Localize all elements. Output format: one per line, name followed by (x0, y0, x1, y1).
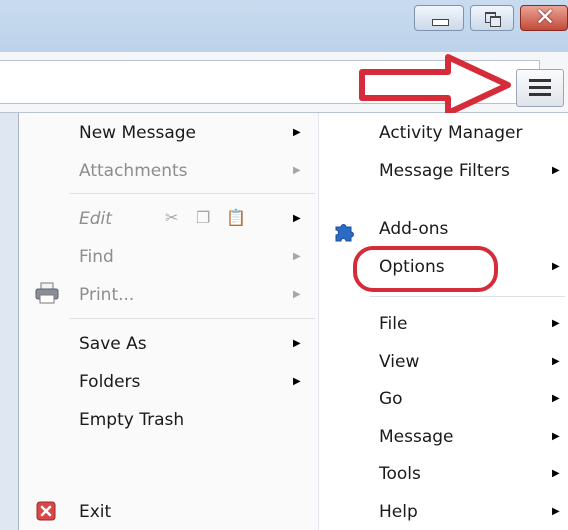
submenu-arrow-icon: ▶ (552, 318, 560, 329)
menu-separator (370, 296, 565, 297)
submenu-arrow-icon: ▶ (552, 356, 560, 367)
menu-item-label: Message Filters (379, 161, 510, 181)
menu-item-label: Empty Trash (79, 410, 185, 430)
submenu-arrow-icon: ▶ (293, 338, 301, 349)
menu-separator (70, 193, 315, 194)
menu-item-find[interactable]: Find (79, 241, 114, 273)
maximize-button[interactable] (470, 5, 514, 31)
paste-icon[interactable]: 📋 (226, 208, 246, 227)
red-circle-annotation (353, 246, 498, 292)
menu-item-go[interactable]: Go (379, 383, 403, 415)
restore-icon-back (490, 16, 501, 27)
menu-item-print[interactable]: Print... (79, 279, 134, 311)
menu-item-label: Edit (79, 209, 112, 229)
hamburger-icon-bar (529, 93, 551, 96)
menu-item-attachments[interactable]: Attachments (79, 155, 188, 187)
menu-item-label: Go (379, 389, 403, 409)
window-side-strip (0, 113, 18, 530)
menu-item-label: Attachments (79, 161, 188, 181)
menu-item-label: File (379, 314, 408, 334)
menu-item-edit[interactable]: Edit (79, 203, 112, 235)
menu-item-save-as[interactable]: Save As (79, 328, 147, 360)
menu-item-add-ons[interactable]: Add-ons (379, 213, 448, 245)
search-input[interactable]: ⌕ (0, 60, 540, 104)
submenu-arrow-icon: ▶ (293, 213, 301, 224)
submenu-arrow-icon: ▶ (552, 506, 560, 517)
close-button[interactable]: ✕ (520, 3, 568, 31)
window-title-bar: ✕ (0, 0, 568, 52)
menu-item-view[interactable]: View (379, 346, 419, 378)
menu-item-tools[interactable]: Tools (379, 458, 421, 490)
submenu-arrow-icon: ▶ (552, 165, 560, 176)
menu-item-label: Tools (379, 464, 421, 484)
menu-item-label: Print... (79, 285, 135, 305)
menu-item-activity-manager[interactable]: Activity Manager (379, 117, 523, 149)
menu-item-label: Add-ons (379, 219, 449, 239)
menu-separator (70, 318, 315, 319)
submenu-arrow-icon: ▶ (293, 251, 301, 262)
menu-item-message[interactable]: Message (379, 421, 454, 453)
submenu-arrow-icon: ▶ (293, 376, 301, 387)
hamburger-icon-bar (529, 86, 551, 89)
menu-item-label: View (379, 352, 420, 372)
menu-item-folders[interactable]: Folders (79, 366, 140, 398)
menu-item-exit[interactable]: Exit (79, 496, 111, 528)
menu-item-label: New Message (79, 123, 196, 143)
puzzle-piece-icon (335, 224, 354, 242)
menu-item-label: Find (79, 247, 114, 267)
minimize-button[interactable] (414, 5, 464, 31)
menu-item-label: Message (379, 427, 454, 447)
search-icon: ⌕ (478, 73, 489, 94)
submenu-arrow-icon: ▶ (293, 289, 301, 300)
exit-icon (36, 501, 56, 521)
copy-icon[interactable]: ❐ (196, 208, 210, 227)
cut-icon[interactable]: ✂ (165, 208, 178, 227)
submenu-arrow-icon: ▶ (552, 468, 560, 479)
menu-item-label: Help (379, 502, 418, 522)
toolbar: ⌕ (0, 52, 568, 113)
menu-item-label: Exit (79, 502, 112, 522)
menu-item-label: Folders (79, 372, 141, 392)
menu-item-file[interactable]: File (379, 308, 407, 340)
submenu-arrow-icon: ▶ (293, 165, 301, 176)
menu-item-empty-trash[interactable]: Empty Trash (79, 404, 184, 436)
menu-item-help[interactable]: Help (379, 496, 418, 528)
menu-item-message-filters[interactable]: Message Filters (379, 155, 510, 187)
submenu-arrow-icon: ▶ (552, 431, 560, 442)
submenu-arrow-icon: ▶ (552, 393, 560, 404)
menu-item-new-message[interactable]: New Message (79, 117, 196, 149)
submenu-arrow-icon: ▶ (293, 127, 301, 138)
menu-item-label: Activity Manager (379, 123, 523, 143)
printer-icon (35, 282, 59, 304)
minimize-icon (432, 19, 449, 26)
close-icon: ✕ (535, 3, 556, 31)
menu-item-label: Save As (79, 334, 147, 354)
submenu-arrow-icon: ▶ (552, 261, 560, 272)
hamburger-menu-button[interactable] (516, 69, 564, 107)
hamburger-icon-bar (529, 79, 551, 82)
